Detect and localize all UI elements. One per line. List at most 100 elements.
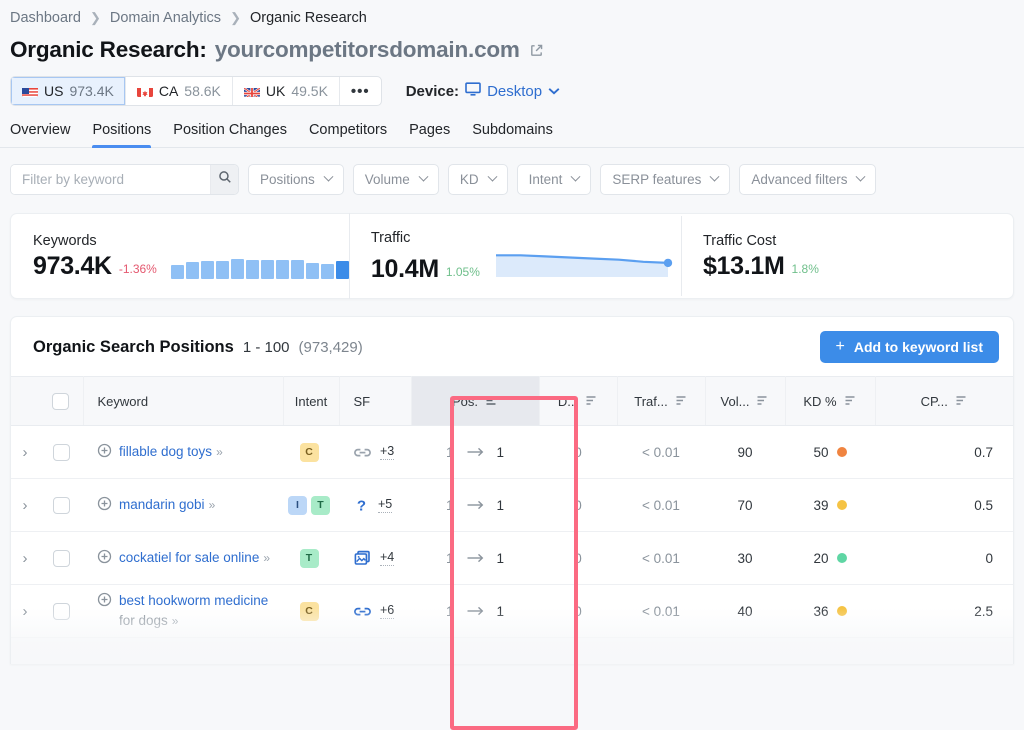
device-selector[interactable]: Device: Desktop xyxy=(406,82,560,100)
column-volume[interactable]: Vol... xyxy=(705,377,785,426)
keyword-link[interactable]: mandarin gobi» xyxy=(119,495,214,515)
chevron-down-icon xyxy=(418,172,428,182)
column-traffic[interactable]: Traf... xyxy=(617,377,705,426)
external-link-icon[interactable] xyxy=(529,43,544,58)
row-select-cell[interactable] xyxy=(39,585,83,638)
breadcrumb-item-dashboard[interactable]: Dashboard xyxy=(10,10,81,26)
add-keyword-icon[interactable] xyxy=(97,443,112,461)
keyword-expand-arrows-icon: » xyxy=(263,551,269,565)
table-row[interactable]: › cockatiel for sale online» T +4 xyxy=(11,532,1013,585)
filter-serp-features[interactable]: SERP features xyxy=(600,164,730,195)
column-kd[interactable]: KD % xyxy=(785,377,875,426)
page-title-label: Organic Research: xyxy=(10,37,207,63)
column-cpc-label: CP... xyxy=(921,394,948,409)
intent-cell: C xyxy=(283,585,339,638)
endpoint-marker xyxy=(664,259,672,267)
country-button-us[interactable]: US 973.4K xyxy=(11,77,126,105)
device-value: Desktop xyxy=(487,83,542,100)
serp-features-cell[interactable]: +3 xyxy=(339,638,411,665)
select-all-checkbox[interactable] xyxy=(52,393,69,410)
country-button-uk[interactable]: UK 49.5K xyxy=(233,77,340,105)
column-intent[interactable]: Intent xyxy=(283,377,339,426)
more-countries-button[interactable]: ••• xyxy=(340,77,381,105)
column-kd-label: KD % xyxy=(803,394,836,409)
serp-features-cell[interactable]: +4 xyxy=(339,532,411,585)
column-sf[interactable]: SF xyxy=(339,377,411,426)
column-cpc[interactable]: CP... xyxy=(875,377,1013,426)
chevron-right-icon[interactable]: › xyxy=(23,603,28,620)
keyword-cell[interactable]: mandarin gobi» xyxy=(83,479,283,532)
tab-positions[interactable]: Positions xyxy=(92,122,151,147)
add-keyword-icon[interactable] xyxy=(97,496,112,514)
tab-competitors[interactable]: Competitors xyxy=(309,122,387,147)
filter-intent[interactable]: Intent xyxy=(517,164,592,195)
chevron-right-icon[interactable]: › xyxy=(23,497,28,514)
row-checkbox[interactable] xyxy=(53,603,70,620)
row-select-cell[interactable] xyxy=(39,532,83,585)
filter-kd[interactable]: KD xyxy=(448,164,508,195)
column-position[interactable]: Pos. xyxy=(411,377,539,426)
row-checkbox[interactable] xyxy=(53,497,70,514)
keyword-link[interactable]: fillable dog toys» xyxy=(119,442,222,462)
tab-overview[interactable]: Overview xyxy=(10,122,70,147)
keyword-link[interactable]: lamb weasand» xyxy=(119,654,216,664)
row-expand-cell[interactable]: › xyxy=(11,638,39,665)
arrow-right-icon xyxy=(467,657,484,665)
serp-features-more[interactable]: +6 xyxy=(380,603,394,620)
country-button-ca[interactable]: CA 58.6K xyxy=(126,77,233,105)
row-select-cell[interactable] xyxy=(39,426,83,479)
chevron-right-icon[interactable]: › xyxy=(23,656,28,665)
add-to-keyword-list-button[interactable]: + Add to keyword list xyxy=(820,331,999,363)
add-keyword-icon[interactable] xyxy=(97,592,112,610)
table-header-row: Keyword Intent SF Pos. xyxy=(11,377,1013,426)
row-checkbox[interactable] xyxy=(53,444,70,461)
diff-cell: 0 xyxy=(539,479,617,532)
table-row[interactable]: › lamb weasand» IT +3 1 xyxy=(11,638,1013,665)
table-row[interactable]: › fillable dog toys» C +3 1 xyxy=(11,426,1013,479)
tab-pages[interactable]: Pages xyxy=(409,122,450,147)
serp-features-cell[interactable]: +6 xyxy=(339,585,411,638)
keyword-cell[interactable]: fillable dog toys» xyxy=(83,426,283,479)
add-keyword-icon[interactable] xyxy=(97,655,112,664)
keyword-link[interactable]: cockatiel for sale online» xyxy=(119,548,269,568)
flag-uk-icon xyxy=(244,86,260,97)
keyword-link[interactable]: best hookworm medicinefor dogs» xyxy=(119,591,268,630)
serp-features-cell[interactable]: ? +5 xyxy=(339,479,411,532)
breadcrumb-item-domain-analytics[interactable]: Domain Analytics xyxy=(110,10,221,26)
row-checkbox[interactable] xyxy=(53,550,70,567)
filter-advanced[interactable]: Advanced filters xyxy=(739,164,876,195)
filter-volume[interactable]: Volume xyxy=(353,164,439,195)
row-checkbox[interactable] xyxy=(53,656,70,665)
tab-subdomains[interactable]: Subdomains xyxy=(472,122,553,147)
table-row[interactable]: › mandarin gobi» IT ? +5 1 xyxy=(11,479,1013,532)
column-diff[interactable]: D... xyxy=(539,377,617,426)
column-keyword[interactable]: Keyword xyxy=(83,377,283,426)
row-expand-cell[interactable]: › xyxy=(11,426,39,479)
keyword-expand-arrows-icon: » xyxy=(210,657,216,664)
serp-features-more[interactable]: +5 xyxy=(378,497,392,514)
filter-positions[interactable]: Positions xyxy=(248,164,344,195)
row-select-cell[interactable] xyxy=(39,479,83,532)
row-select-cell[interactable] xyxy=(39,638,83,665)
serp-features-more[interactable]: +3 xyxy=(380,444,394,461)
arrow-right-icon xyxy=(467,551,484,566)
serp-features-more[interactable]: +4 xyxy=(380,550,394,567)
keyword-cell[interactable]: cockatiel for sale online» xyxy=(83,532,283,585)
chevron-right-icon[interactable]: › xyxy=(23,550,28,567)
serp-features-more[interactable]: +3 xyxy=(380,656,394,664)
table-row[interactable]: › best hookworm medicinefor dogs» C +6 1 xyxy=(11,585,1013,638)
row-expand-cell[interactable]: › xyxy=(11,585,39,638)
sparkline-bar xyxy=(336,261,349,279)
serp-features-cell[interactable]: +3 xyxy=(339,426,411,479)
search-input[interactable] xyxy=(11,165,210,194)
tab-position-changes[interactable]: Position Changes xyxy=(173,122,287,147)
row-expand-cell[interactable]: › xyxy=(11,479,39,532)
keyword-cell[interactable]: best hookworm medicinefor dogs» xyxy=(83,585,283,638)
chevron-right-icon[interactable]: › xyxy=(23,444,28,461)
device-label: Device: xyxy=(406,83,459,100)
row-expand-cell[interactable]: › xyxy=(11,532,39,585)
add-keyword-icon[interactable] xyxy=(97,549,112,567)
search-button[interactable] xyxy=(210,165,238,194)
keyword-cell[interactable]: lamb weasand» xyxy=(83,638,283,665)
diff-cell: 0 xyxy=(539,638,617,665)
